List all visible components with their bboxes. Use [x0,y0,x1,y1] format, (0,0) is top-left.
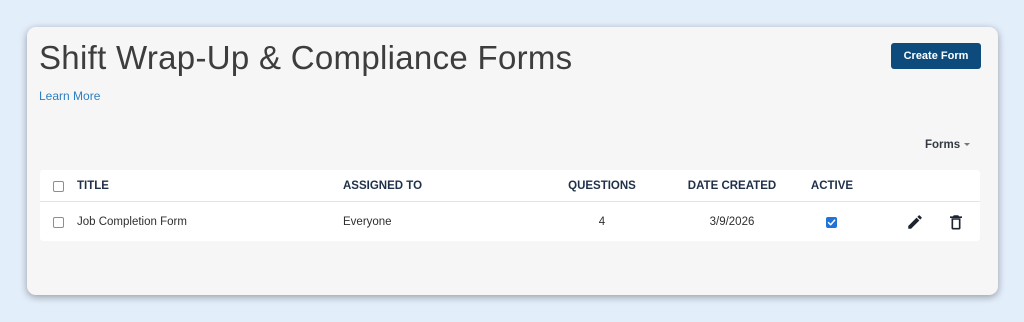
column-header-active[interactable]: ACTIVE [802,170,862,202]
column-header-assigned-to[interactable]: ASSIGNED TO [343,170,422,202]
column-header-title[interactable]: TITLE [77,170,109,202]
forms-dropdown-label: Forms [925,139,961,151]
table-row[interactable]: Job Completion Form Everyone 4 3/9/2026 [40,206,980,238]
questions-cell: 4 [598,216,606,228]
form-title-cell[interactable]: Job Completion Form [77,206,187,238]
select-all-checkbox[interactable] [53,181,64,192]
forms-table: TITLE ASSIGNED TO QUESTIONS DATE CREATED… [40,170,980,241]
active-checkbox[interactable] [826,217,837,228]
page-title: Shift Wrap-Up & Compliance Forms [39,39,573,76]
forms-dropdown[interactable]: Forms [925,139,971,151]
trash-icon[interactable] [947,213,965,231]
assigned-to-cell: Everyone [343,216,392,228]
forms-card: Shift Wrap-Up & Compliance Forms Learn M… [27,27,998,295]
column-header-questions[interactable]: QUESTIONS [562,170,642,202]
row-select-checkbox[interactable] [53,217,64,228]
chevron-down-icon [964,143,971,147]
date-created-cell: 3/9/2026 [709,216,755,228]
learn-more-link[interactable]: Learn More [39,89,100,103]
table-header-row: TITLE ASSIGNED TO QUESTIONS DATE CREATED… [40,170,980,202]
pencil-icon[interactable] [906,213,924,231]
column-header-date-created[interactable]: DATE CREATED [682,170,782,202]
checkmark-icon [827,219,836,226]
create-form-button[interactable]: Create Form [891,43,981,69]
